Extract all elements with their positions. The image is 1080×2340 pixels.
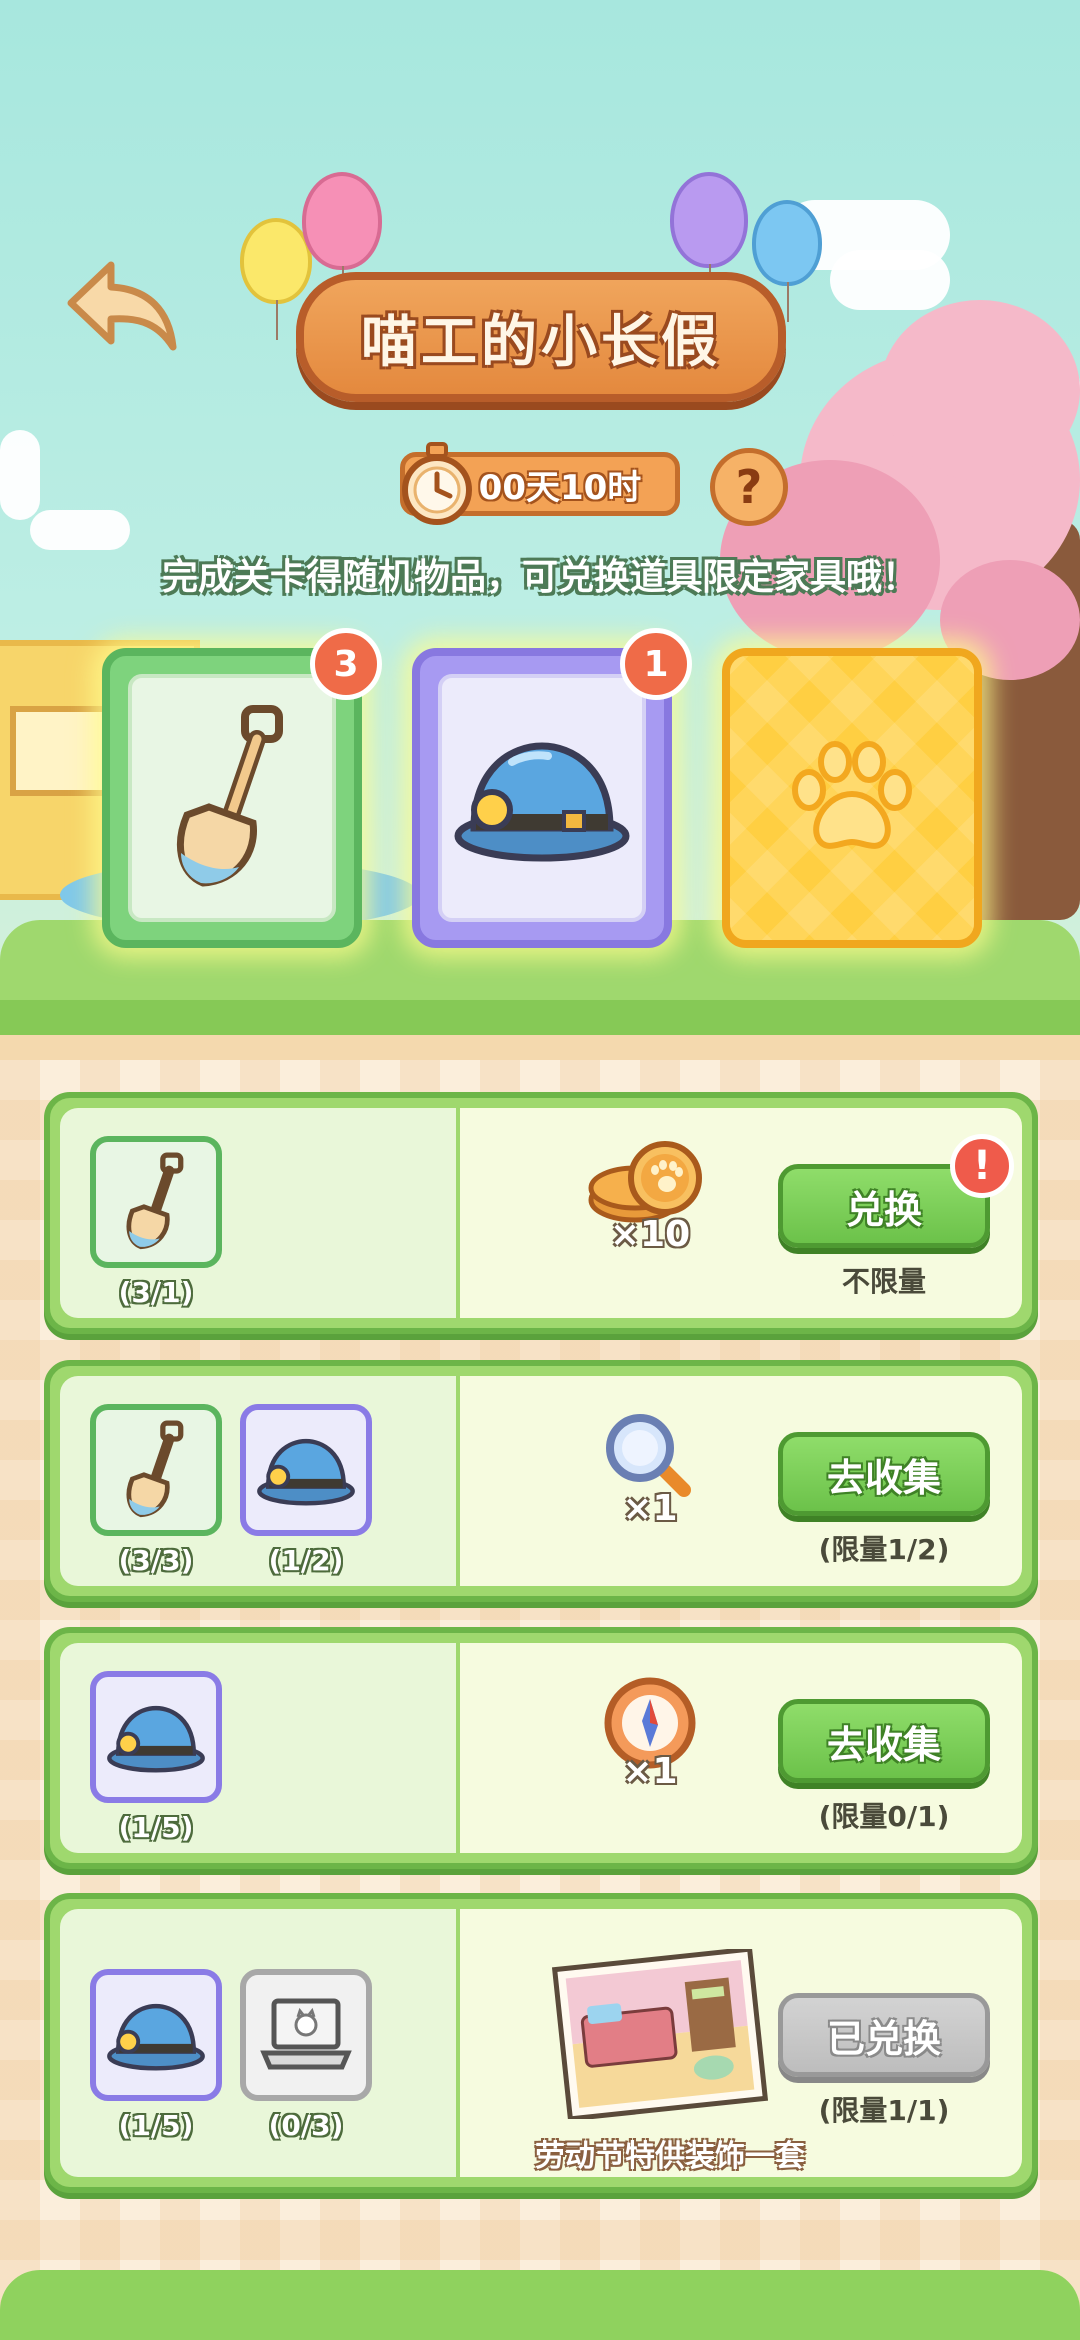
cloud (0, 430, 40, 520)
requirements-panel: (1/5) (60, 1643, 456, 1853)
mining-helmet-icon (454, 742, 630, 862)
tree-crown (880, 300, 1080, 480)
room-decoration-icon (551, 1946, 769, 2122)
exchange-limit: (限量1/2) (818, 1533, 950, 1566)
requirements-panel: (1/5) (0/3) (60, 1909, 456, 2177)
requirement-box (90, 1404, 222, 1536)
requirement-item: (3/3) (90, 1404, 222, 1577)
requirement-item: (1/5) (90, 1969, 222, 2142)
balloon-purple (670, 172, 748, 304)
requirement-box (240, 1969, 372, 2101)
shovel-icon (126, 1152, 184, 1250)
requirement-box (90, 1136, 222, 1268)
mining-helmet-icon (257, 1438, 355, 1506)
helmet-card[interactable]: 1 (412, 628, 692, 948)
shovel-icon (126, 1420, 184, 1518)
shovel-icon (177, 705, 283, 887)
bottom-grass (0, 2270, 1080, 2340)
mining-helmet-icon (107, 2003, 205, 2071)
go-collect-button[interactable]: 去收集 (778, 1699, 990, 1783)
exchange-row: (1/5) (0/3) 劳动节特供装饰一套 已兑换 (限量1/1) (44, 1893, 1038, 2193)
title-plate: 喵工的小长假 (296, 272, 786, 402)
help-button[interactable]: ? (710, 448, 788, 526)
requirement-count: (1/5) (118, 2109, 194, 2142)
requirement-count: (3/1) (118, 1276, 194, 1309)
go-collect-button[interactable]: 去收集 (778, 1432, 990, 1516)
mining-helmet-icon (107, 1705, 205, 1773)
exchanged-button[interactable]: 已兑换 (778, 1993, 990, 2077)
requirement-count: (1/5) (118, 1811, 194, 1844)
balloon-blue (752, 200, 822, 322)
card-inner (438, 674, 646, 922)
mystery-card[interactable] (722, 648, 982, 948)
requirement-box (240, 1404, 372, 1536)
back-button[interactable] (58, 250, 188, 360)
alert-badge: ! (950, 1134, 1014, 1198)
requirements-panel: (3/1) (60, 1108, 456, 1318)
dirt-path (0, 1035, 1080, 1060)
magnifier-icon (606, 1414, 691, 1497)
requirements-panel: (3/3) (1/2) (60, 1376, 456, 1586)
exchange-row: (1/5) ×1 去收集 (限量0/1) (44, 1627, 1038, 1869)
card-count-badge: 1 (620, 628, 692, 700)
requirement-box (90, 1969, 222, 2101)
card-inner (128, 674, 336, 922)
requirement-count: (1/2) (268, 1544, 344, 1577)
exchange-limit: (限量0/1) (818, 1800, 950, 1833)
reward-item: ×1 (590, 1410, 710, 1529)
requirement-box (90, 1671, 222, 1803)
requirement-item: (0/3) (240, 1969, 372, 2142)
reward-item: ×1 (590, 1673, 710, 1792)
shovel-card[interactable]: 3 (102, 628, 382, 948)
cloud (30, 510, 130, 550)
requirement-item: (3/1) (90, 1136, 222, 1309)
exchange-limit: (限量1/1) (818, 2094, 950, 2127)
requirement-count: (3/3) (118, 1544, 194, 1577)
paw-icon (792, 741, 912, 849)
card-inner (730, 656, 974, 940)
reward-name: 劳动节特供装饰一套 (535, 2139, 805, 2174)
exchange-limit: 不限量 (841, 1265, 926, 1298)
card-count-badge: 3 (310, 628, 382, 700)
requirement-count: (0/3) (268, 2109, 344, 2142)
timer-text: 00天10时 (478, 467, 642, 508)
requirement-item: (1/5) (90, 1671, 222, 1844)
page-title: 喵工的小长假 (361, 309, 721, 375)
event-description: 完成关卡得随机物品，可兑换道具限定家具哦！ (161, 557, 918, 598)
requirement-item: (1/2) (240, 1404, 372, 1577)
exchange-row: (3/3) (1/2) ×1 去收集 (限量1/2) (44, 1360, 1038, 1602)
laptop-icon (260, 1998, 352, 2070)
stopwatch-icon (398, 442, 476, 526)
exchange-row: (3/1) ×10 兑换 不限量 ! (44, 1092, 1038, 1334)
reward-item: ×10 (570, 1138, 730, 1255)
balloon-yellow (240, 218, 312, 340)
cloud (830, 250, 950, 310)
back-arrow-icon (67, 261, 177, 351)
balloon-pink (302, 172, 382, 306)
